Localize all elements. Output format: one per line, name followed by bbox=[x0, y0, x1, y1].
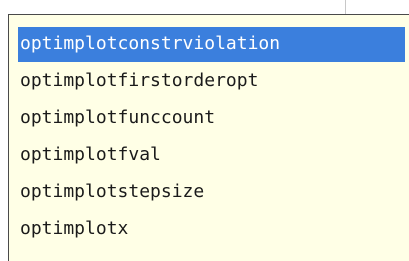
autocomplete-popup: optimplotconstrviolation optimplotfirsto… bbox=[8, 14, 409, 261]
suggestion-item[interactable]: optimplotfirstorderopt bbox=[18, 64, 409, 101]
suggestion-item[interactable]: optimplotx bbox=[18, 212, 409, 249]
suggestion-item-selected[interactable]: optimplotconstrviolation bbox=[18, 27, 405, 62]
suggestion-item[interactable]: optimplotfval bbox=[18, 138, 409, 175]
background-divider bbox=[345, 0, 346, 14]
suggestion-list: optimplotconstrviolation optimplotfirsto… bbox=[18, 27, 409, 249]
suggestion-item[interactable]: optimplotstepsize bbox=[18, 175, 409, 212]
suggestion-item[interactable]: optimplotfunccount bbox=[18, 101, 409, 138]
